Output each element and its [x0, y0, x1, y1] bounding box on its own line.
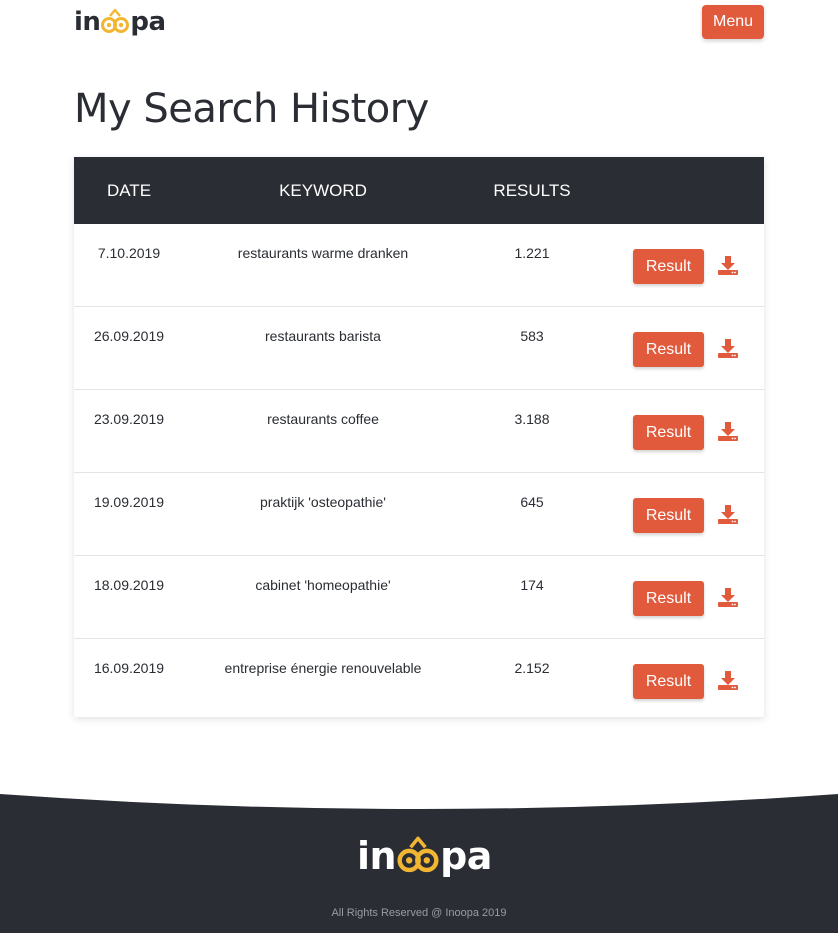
table-row: 23.09.2019 restaurants coffee 3.188 Result [74, 390, 764, 473]
row-date: 16.09.2019 [93, 660, 165, 676]
download-icon[interactable] [717, 503, 739, 525]
result-button[interactable]: Result [633, 415, 704, 450]
result-button[interactable]: Result [633, 581, 704, 616]
row-keyword: restaurants coffee [267, 411, 379, 427]
row-results-count: 2.152 [514, 660, 550, 676]
results-column-header: RESULTS [493, 181, 571, 200]
row-keyword: restaurants warme dranken [237, 245, 409, 261]
result-button[interactable]: Result [633, 249, 704, 284]
row-keyword: cabinet 'homeopathie' [255, 577, 391, 593]
owl-eyes-icon [101, 8, 130, 33]
download-icon[interactable] [717, 669, 739, 691]
download-icon[interactable] [717, 420, 739, 442]
copyright-text: All Rights Reserved @ Inoopa 2019 [331, 907, 507, 919]
footer-logo[interactable]: in pa [357, 833, 492, 879]
search-history-table: DATE KEYWORD RESULTS 7.10.2019 restaurant… [74, 157, 764, 717]
menu-button[interactable]: Menu [702, 5, 764, 39]
row-keyword: praktijk 'osteopathie' [260, 494, 386, 510]
table-row: 18.09.2019 cabinet 'homeopathie' 174 Result [74, 556, 764, 639]
row-results-count: 645 [520, 494, 544, 510]
result-button[interactable]: Result [633, 498, 704, 533]
footer: in pa All Rights Reserved @ Inoopa 2019 [0, 780, 838, 933]
page-title: My Search History [74, 86, 429, 132]
row-date: 19.09.2019 [93, 494, 165, 510]
row-results-count: 174 [520, 577, 544, 593]
table-body: 7.10.2019 restaurants warme dranken 1.221 R… [74, 224, 764, 721]
row-results-count: 583 [520, 328, 544, 344]
row-date: 26.09.2019 [93, 328, 165, 344]
row-date: 7.10.2019 [97, 245, 161, 261]
row-results-count: 1.221 [514, 245, 550, 261]
row-keyword: entreprise énergie renouvelable [224, 660, 422, 676]
download-icon[interactable] [717, 254, 739, 276]
download-icon[interactable] [717, 337, 739, 359]
download-icon[interactable] [717, 586, 739, 608]
header: in pa Menu [0, 0, 838, 60]
table-row: 26.09.2019 restaurants barista 583 Result [74, 307, 764, 390]
owl-eyes-icon [397, 836, 439, 873]
row-results-count: 3.188 [514, 411, 550, 427]
table-row: 7.10.2019 restaurants warme dranken 1.221 R… [74, 224, 764, 307]
table-row: 16.09.2019 entreprise énergie renouvelabl… [74, 639, 764, 721]
row-date: 18.09.2019 [93, 577, 165, 593]
result-button[interactable]: Result [633, 664, 704, 699]
result-button[interactable]: Result [633, 332, 704, 367]
inoopa-logo[interactable]: in pa [74, 5, 166, 39]
date-column-header: DATE [106, 181, 152, 200]
row-date: 23.09.2019 [93, 411, 165, 427]
keyword-column-header: KEYWORD [279, 181, 367, 200]
row-keyword: restaurants barista [265, 328, 381, 344]
table-row: 19.09.2019 praktijk 'osteopathie' 645 Resul… [74, 473, 764, 556]
table-header: DATE KEYWORD RESULTS [74, 157, 764, 224]
